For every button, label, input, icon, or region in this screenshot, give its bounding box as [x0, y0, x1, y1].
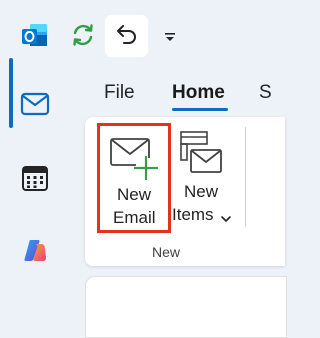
undo-button[interactable]	[105, 15, 148, 57]
new-email-icon	[108, 136, 160, 184]
rail-item-copilot[interactable]	[0, 225, 76, 281]
sync-icon	[70, 22, 96, 52]
new-items-icon	[178, 129, 224, 181]
new-email-label-line1: New	[117, 185, 152, 204]
tab-home-underline	[172, 108, 228, 111]
mail-icon	[20, 92, 50, 120]
tab-next[interactable]: S	[259, 82, 272, 104]
new-email-label-line2: Email	[113, 208, 156, 227]
rail-item-mail[interactable]	[0, 78, 76, 134]
ribbon-group-separator	[245, 127, 246, 227]
new-items-label-line1: New	[184, 182, 219, 201]
customize-toolbar-button[interactable]	[158, 24, 182, 50]
copilot-icon	[21, 237, 49, 269]
calendar-icon	[21, 164, 49, 196]
new-email-button[interactable]: New Email	[97, 123, 171, 233]
tab-file[interactable]: File	[104, 82, 135, 104]
outlook-app-icon	[19, 21, 49, 51]
rail-item-calendar[interactable]	[0, 152, 76, 208]
new-items-label-line2: Items	[172, 205, 214, 224]
sync-button[interactable]	[66, 20, 100, 54]
ribbon-group-label-new: New	[152, 244, 181, 260]
tab-home[interactable]: Home	[172, 82, 225, 104]
new-items-button[interactable]: New Items	[172, 123, 240, 233]
chevron-down-icon	[220, 209, 232, 228]
undo-icon	[114, 21, 140, 51]
customize-toolbar-icon	[163, 28, 177, 47]
message-list-panel	[85, 276, 287, 338]
